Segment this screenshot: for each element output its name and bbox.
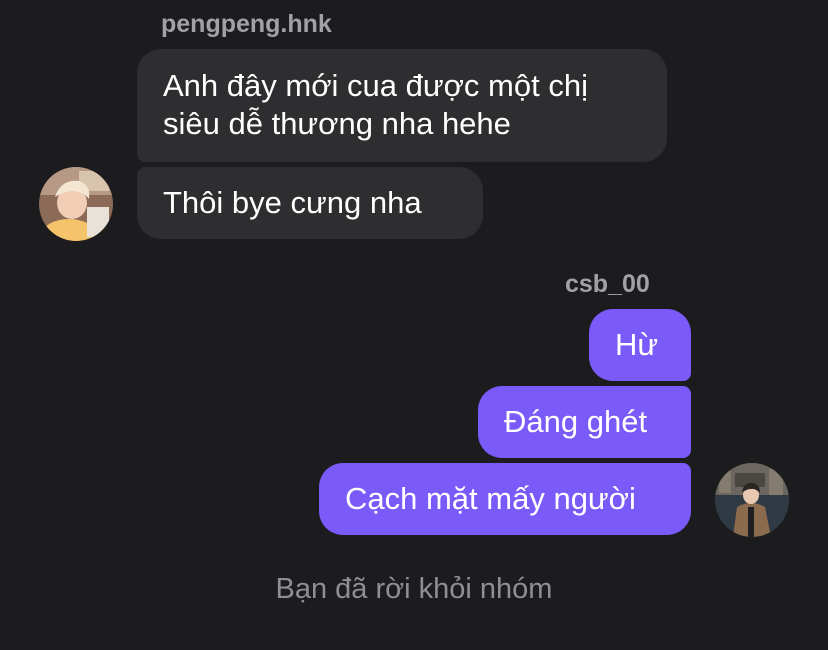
system-message-left-group: Bạn đã rời khỏi nhóm [275, 573, 553, 605]
message-text: Đáng ghét [504, 404, 648, 439]
outgoing-message-bubble[interactable]: Hừ [589, 309, 691, 381]
outgoing-message-bubble[interactable]: Cạch mặt mấy người [319, 463, 691, 535]
outgoing-sender-name[interactable]: csb_00 [565, 269, 650, 299]
outgoing-message-bubble[interactable]: Đáng ghét [478, 386, 691, 458]
csb-avatar[interactable] [715, 463, 789, 537]
message-text-line: siêu dễ thương nha hehe [163, 106, 511, 141]
message-text: Hừ [615, 327, 659, 362]
user-avatar-pengpeng-icon [39, 167, 113, 241]
message-text: Thôi bye cưng nha [163, 185, 422, 220]
pengpeng-avatar[interactable] [39, 167, 113, 241]
incoming-sender-name[interactable]: pengpeng.hnk [161, 9, 332, 39]
incoming-message-bubble[interactable]: Anh đây mới cua được một chị siêu dễ thư… [137, 49, 667, 162]
incoming-message-bubble[interactable]: Thôi bye cưng nha [137, 167, 483, 239]
user-avatar-csb-icon [715, 463, 789, 537]
message-text-line: Anh đây mới cua được một chị [163, 68, 588, 103]
message-text: Cạch mặt mấy người [345, 481, 636, 516]
